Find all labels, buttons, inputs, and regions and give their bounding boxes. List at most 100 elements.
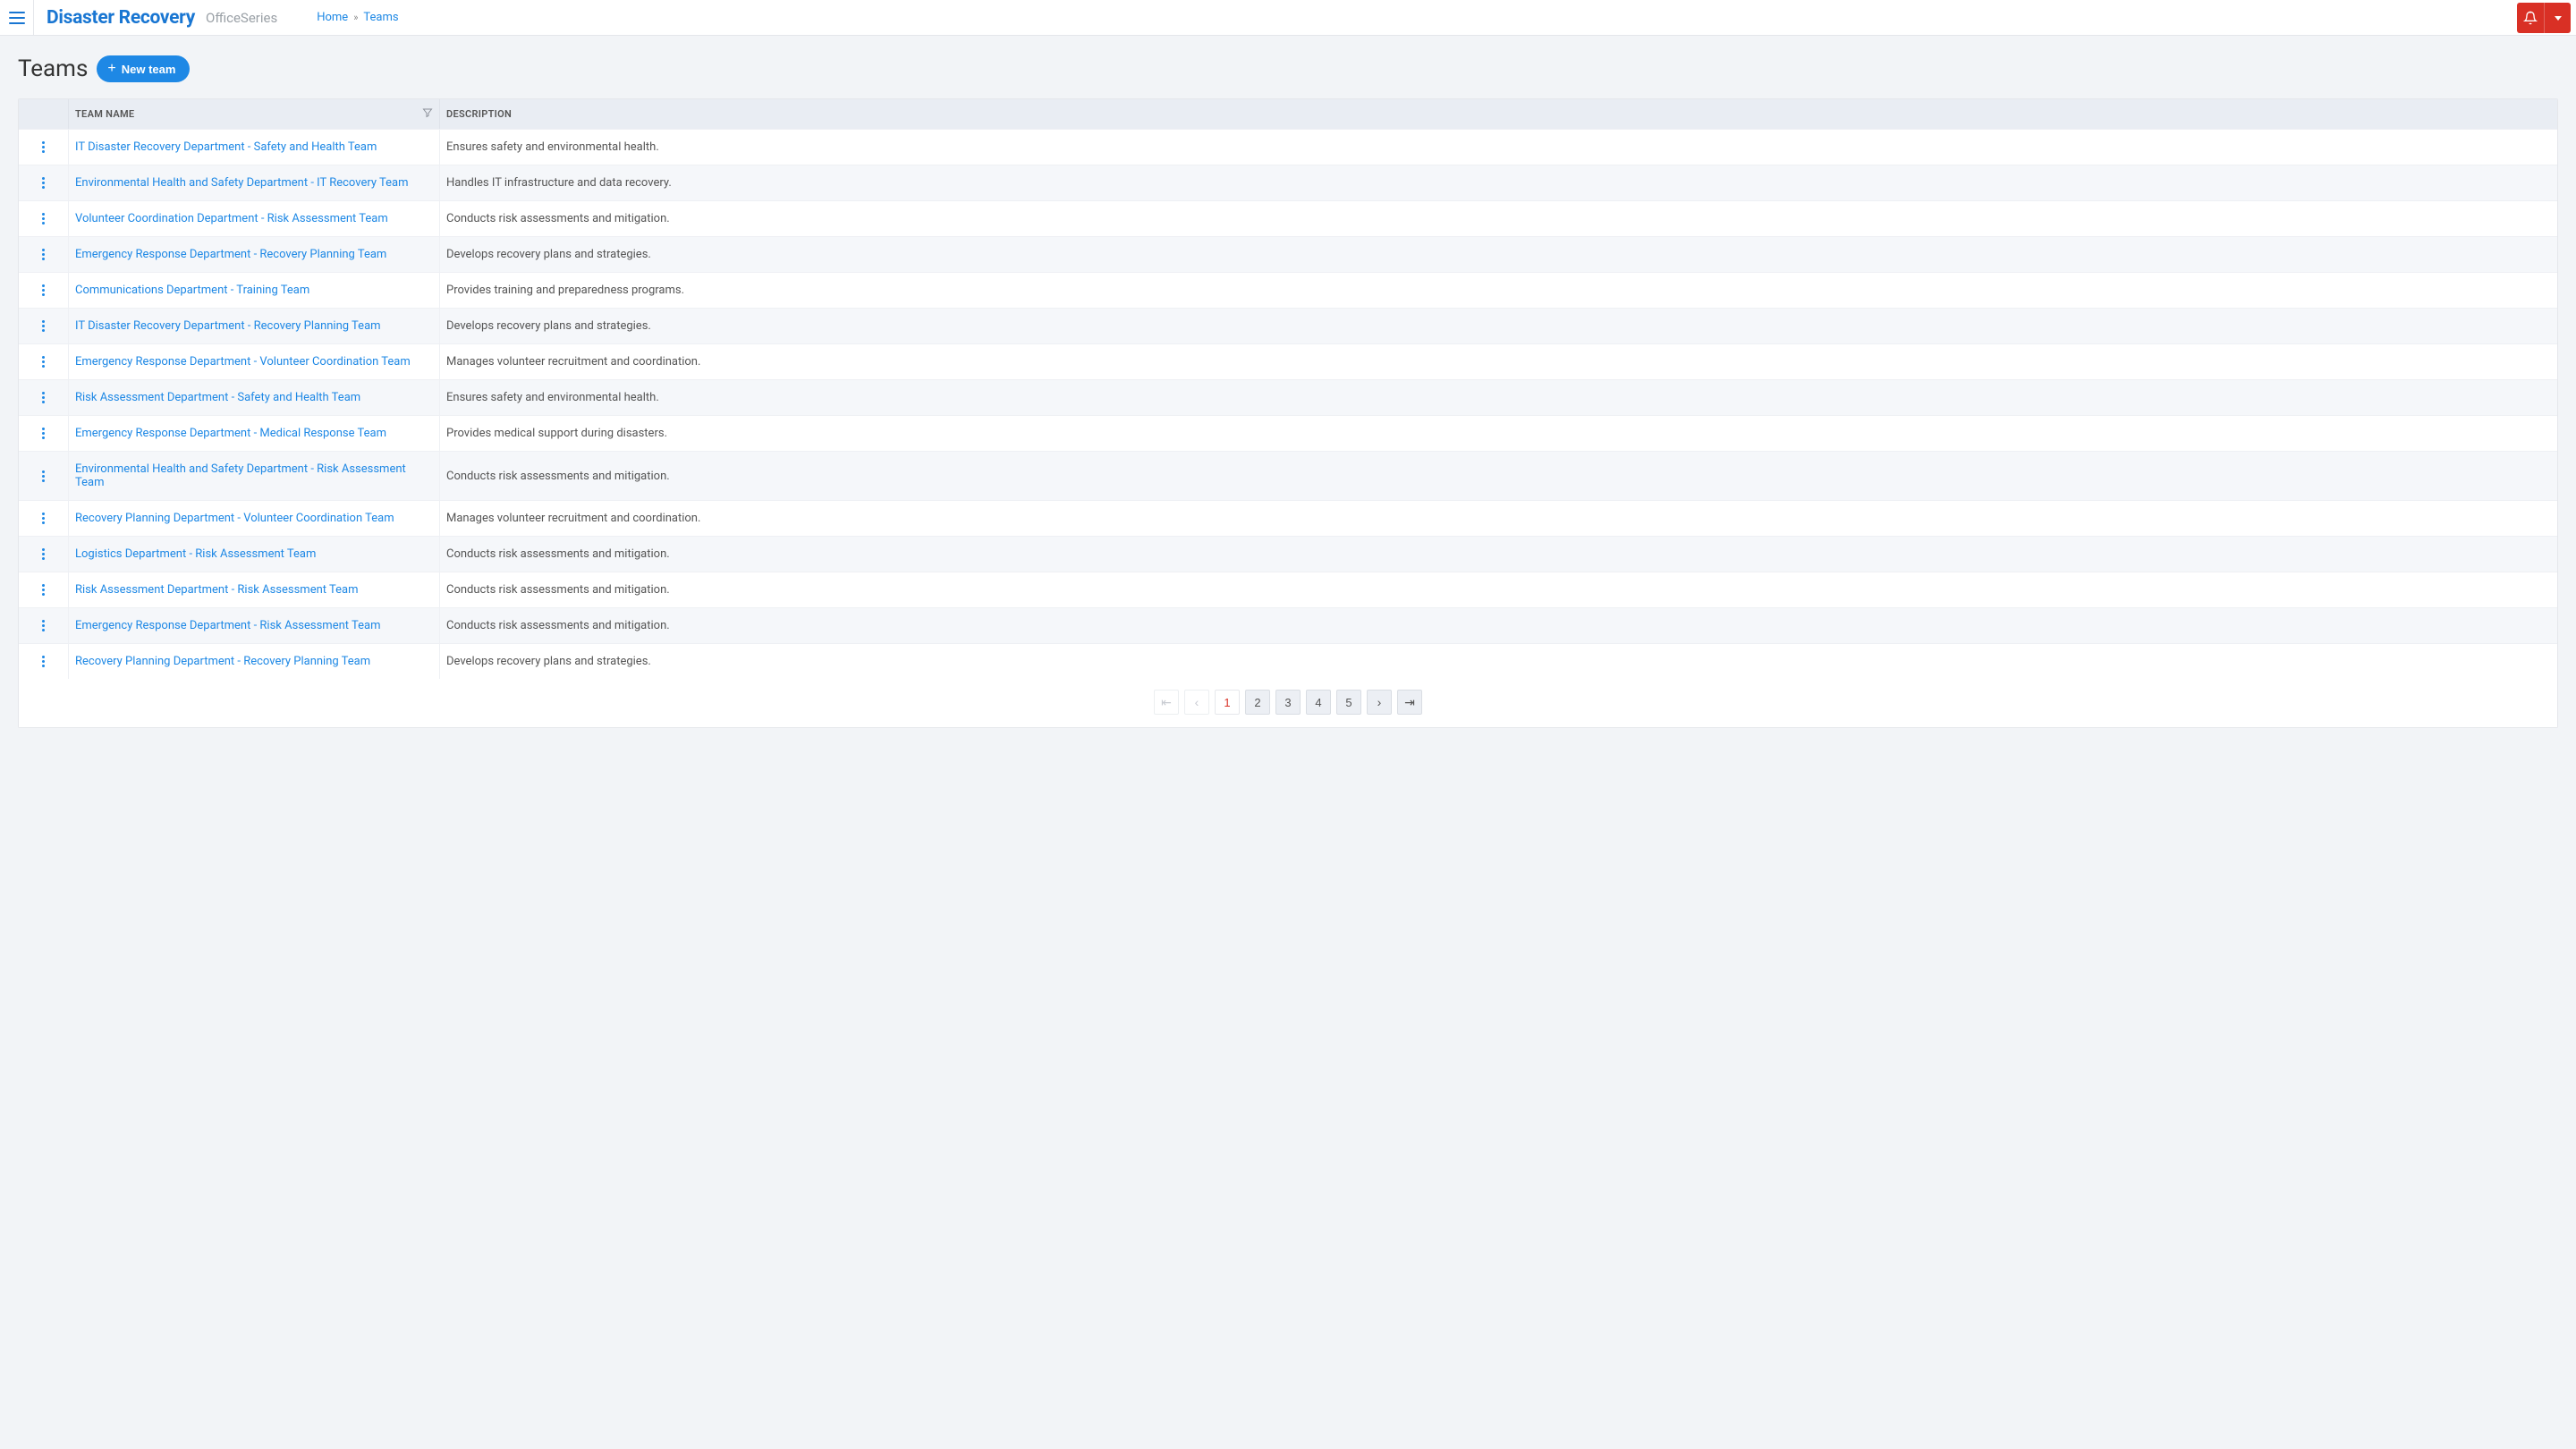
row-menu-button[interactable] — [25, 548, 62, 560]
column-header-description[interactable]: Description — [440, 99, 2557, 129]
team-name-link[interactable]: IT Disaster Recovery Department - Recove… — [75, 319, 381, 333]
row-menu-button[interactable] — [25, 656, 62, 667]
app-title: Disaster Recovery — [47, 7, 195, 29]
team-name-cell: Emergency Response Department - Risk Ass… — [69, 608, 440, 643]
user-menu-button[interactable] — [2544, 3, 2571, 33]
team-name-link[interactable]: Logistics Department - Risk Assessment T… — [75, 547, 316, 561]
row-menu-button[interactable] — [25, 470, 62, 482]
team-name-link[interactable]: Environmental Health and Safety Departme… — [75, 176, 409, 190]
team-description-text: Develops recovery plans and strategies. — [446, 319, 651, 333]
team-name-cell: Communications Department - Training Tea… — [69, 273, 440, 308]
team-description-cell: Conducts risk assessments and mitigation… — [440, 572, 2557, 607]
first-page-icon: ⇤ — [1161, 695, 1172, 710]
row-menu-button[interactable] — [25, 320, 62, 332]
pagination: ⇤ ‹ 12345 › ⇥ — [19, 679, 2557, 727]
team-name-cell: Emergency Response Department - Recovery… — [69, 237, 440, 272]
column-header-name[interactable]: Team Name — [69, 99, 440, 129]
team-description-text: Conducts risk assessments and mitigation… — [446, 470, 670, 483]
team-description-cell: Handles IT infrastructure and data recov… — [440, 165, 2557, 200]
new-team-button[interactable]: + New team — [97, 55, 190, 82]
row-menu-button[interactable] — [25, 428, 62, 439]
kebab-icon — [42, 284, 45, 296]
team-name-link[interactable]: Communications Department - Training Tea… — [75, 284, 309, 297]
team-name-link[interactable]: Emergency Response Department - Medical … — [75, 427, 386, 440]
team-name-link[interactable]: Emergency Response Department - Recovery… — [75, 248, 386, 261]
breadcrumb-separator-icon: » — [353, 12, 358, 23]
table-row: Emergency Response Department - Voluntee… — [19, 343, 2557, 379]
table-row: Communications Department - Training Tea… — [19, 272, 2557, 308]
column-header-name-label: Team Name — [75, 108, 134, 120]
table-row: Emergency Response Department - Recovery… — [19, 236, 2557, 272]
row-menu-button[interactable] — [25, 584, 62, 596]
row-actions-cell — [19, 416, 69, 451]
column-header-description-label: Description — [446, 108, 512, 120]
team-description-text: Conducts risk assessments and mitigation… — [446, 212, 670, 225]
page-first-button: ⇤ — [1154, 690, 1179, 715]
team-description-text: Manages volunteer recruitment and coordi… — [446, 512, 700, 525]
team-description-cell: Develops recovery plans and strategies. — [440, 237, 2557, 272]
filter-icon[interactable] — [422, 107, 433, 121]
kebab-icon — [42, 428, 45, 439]
team-description-text: Develops recovery plans and strategies. — [446, 655, 651, 668]
row-actions-cell — [19, 380, 69, 415]
row-actions-cell — [19, 201, 69, 236]
team-description-cell: Conducts risk assessments and mitigation… — [440, 452, 2557, 500]
page-number-button[interactable]: 5 — [1336, 690, 1361, 715]
team-name-link[interactable]: Volunteer Coordination Department - Risk… — [75, 212, 388, 225]
row-menu-button[interactable] — [25, 620, 62, 631]
breadcrumb: Home » Teams — [317, 11, 398, 24]
kebab-icon — [42, 392, 45, 403]
row-menu-button[interactable] — [25, 213, 62, 225]
row-menu-button[interactable] — [25, 284, 62, 296]
row-menu-button[interactable] — [25, 356, 62, 368]
row-actions-cell — [19, 309, 69, 343]
row-actions-cell — [19, 273, 69, 308]
team-description-text: Conducts risk assessments and mitigation… — [446, 583, 670, 597]
team-name-link[interactable]: IT Disaster Recovery Department - Safety… — [75, 140, 377, 154]
team-name-link[interactable]: Risk Assessment Department - Risk Assess… — [75, 583, 359, 597]
team-description-cell: Conducts risk assessments and mitigation… — [440, 537, 2557, 572]
table-row: IT Disaster Recovery Department - Recove… — [19, 308, 2557, 343]
page-title: Teams — [18, 55, 88, 82]
page-number-button[interactable]: 2 — [1245, 690, 1270, 715]
team-name-link[interactable]: Recovery Planning Department - Volunteer… — [75, 512, 394, 525]
team-description-cell: Conducts risk assessments and mitigation… — [440, 201, 2557, 236]
kebab-icon — [42, 320, 45, 332]
page-number-button[interactable]: 3 — [1275, 690, 1301, 715]
page-next-button[interactable]: › — [1367, 690, 1392, 715]
team-description-text: Conducts risk assessments and mitigation… — [446, 547, 670, 561]
row-menu-button[interactable] — [25, 177, 62, 189]
page-number-button[interactable]: 4 — [1306, 690, 1331, 715]
chevron-left-icon: ‹ — [1195, 695, 1199, 709]
page-last-button[interactable]: ⇥ — [1397, 690, 1422, 715]
row-menu-button[interactable] — [25, 513, 62, 524]
row-actions-cell — [19, 572, 69, 607]
kebab-icon — [42, 470, 45, 482]
team-name-link[interactable]: Recovery Planning Department - Recovery … — [75, 655, 370, 668]
app-subtitle: OfficeSeries — [206, 10, 277, 26]
table-row: IT Disaster Recovery Department - Safety… — [19, 129, 2557, 165]
page-number-button[interactable]: 1 — [1215, 690, 1240, 715]
team-description-cell: Conducts risk assessments and mitigation… — [440, 608, 2557, 643]
table-row: Risk Assessment Department - Risk Assess… — [19, 572, 2557, 607]
plus-icon: + — [107, 62, 115, 76]
breadcrumb-home-link[interactable]: Home — [317, 11, 348, 24]
page-prev-button: ‹ — [1184, 690, 1209, 715]
menu-toggle-button[interactable] — [0, 0, 34, 36]
breadcrumb-current-link[interactable]: Teams — [363, 11, 398, 24]
row-menu-button[interactable] — [25, 249, 62, 260]
team-name-link[interactable]: Emergency Response Department - Voluntee… — [75, 355, 411, 369]
kebab-icon — [42, 656, 45, 667]
notifications-button[interactable] — [2517, 3, 2544, 33]
row-actions-cell — [19, 452, 69, 500]
kebab-icon — [42, 356, 45, 368]
row-actions-cell — [19, 501, 69, 536]
team-name-link[interactable]: Emergency Response Department - Risk Ass… — [75, 619, 381, 632]
team-name-cell: Emergency Response Department - Medical … — [69, 416, 440, 451]
row-menu-button[interactable] — [25, 141, 62, 153]
team-name-link[interactable]: Risk Assessment Department - Safety and … — [75, 391, 360, 404]
row-actions-cell — [19, 130, 69, 165]
row-menu-button[interactable] — [25, 392, 62, 403]
team-description-text: Provides medical support during disaster… — [446, 427, 667, 440]
team-name-link[interactable]: Environmental Health and Safety Departme… — [75, 462, 433, 489]
